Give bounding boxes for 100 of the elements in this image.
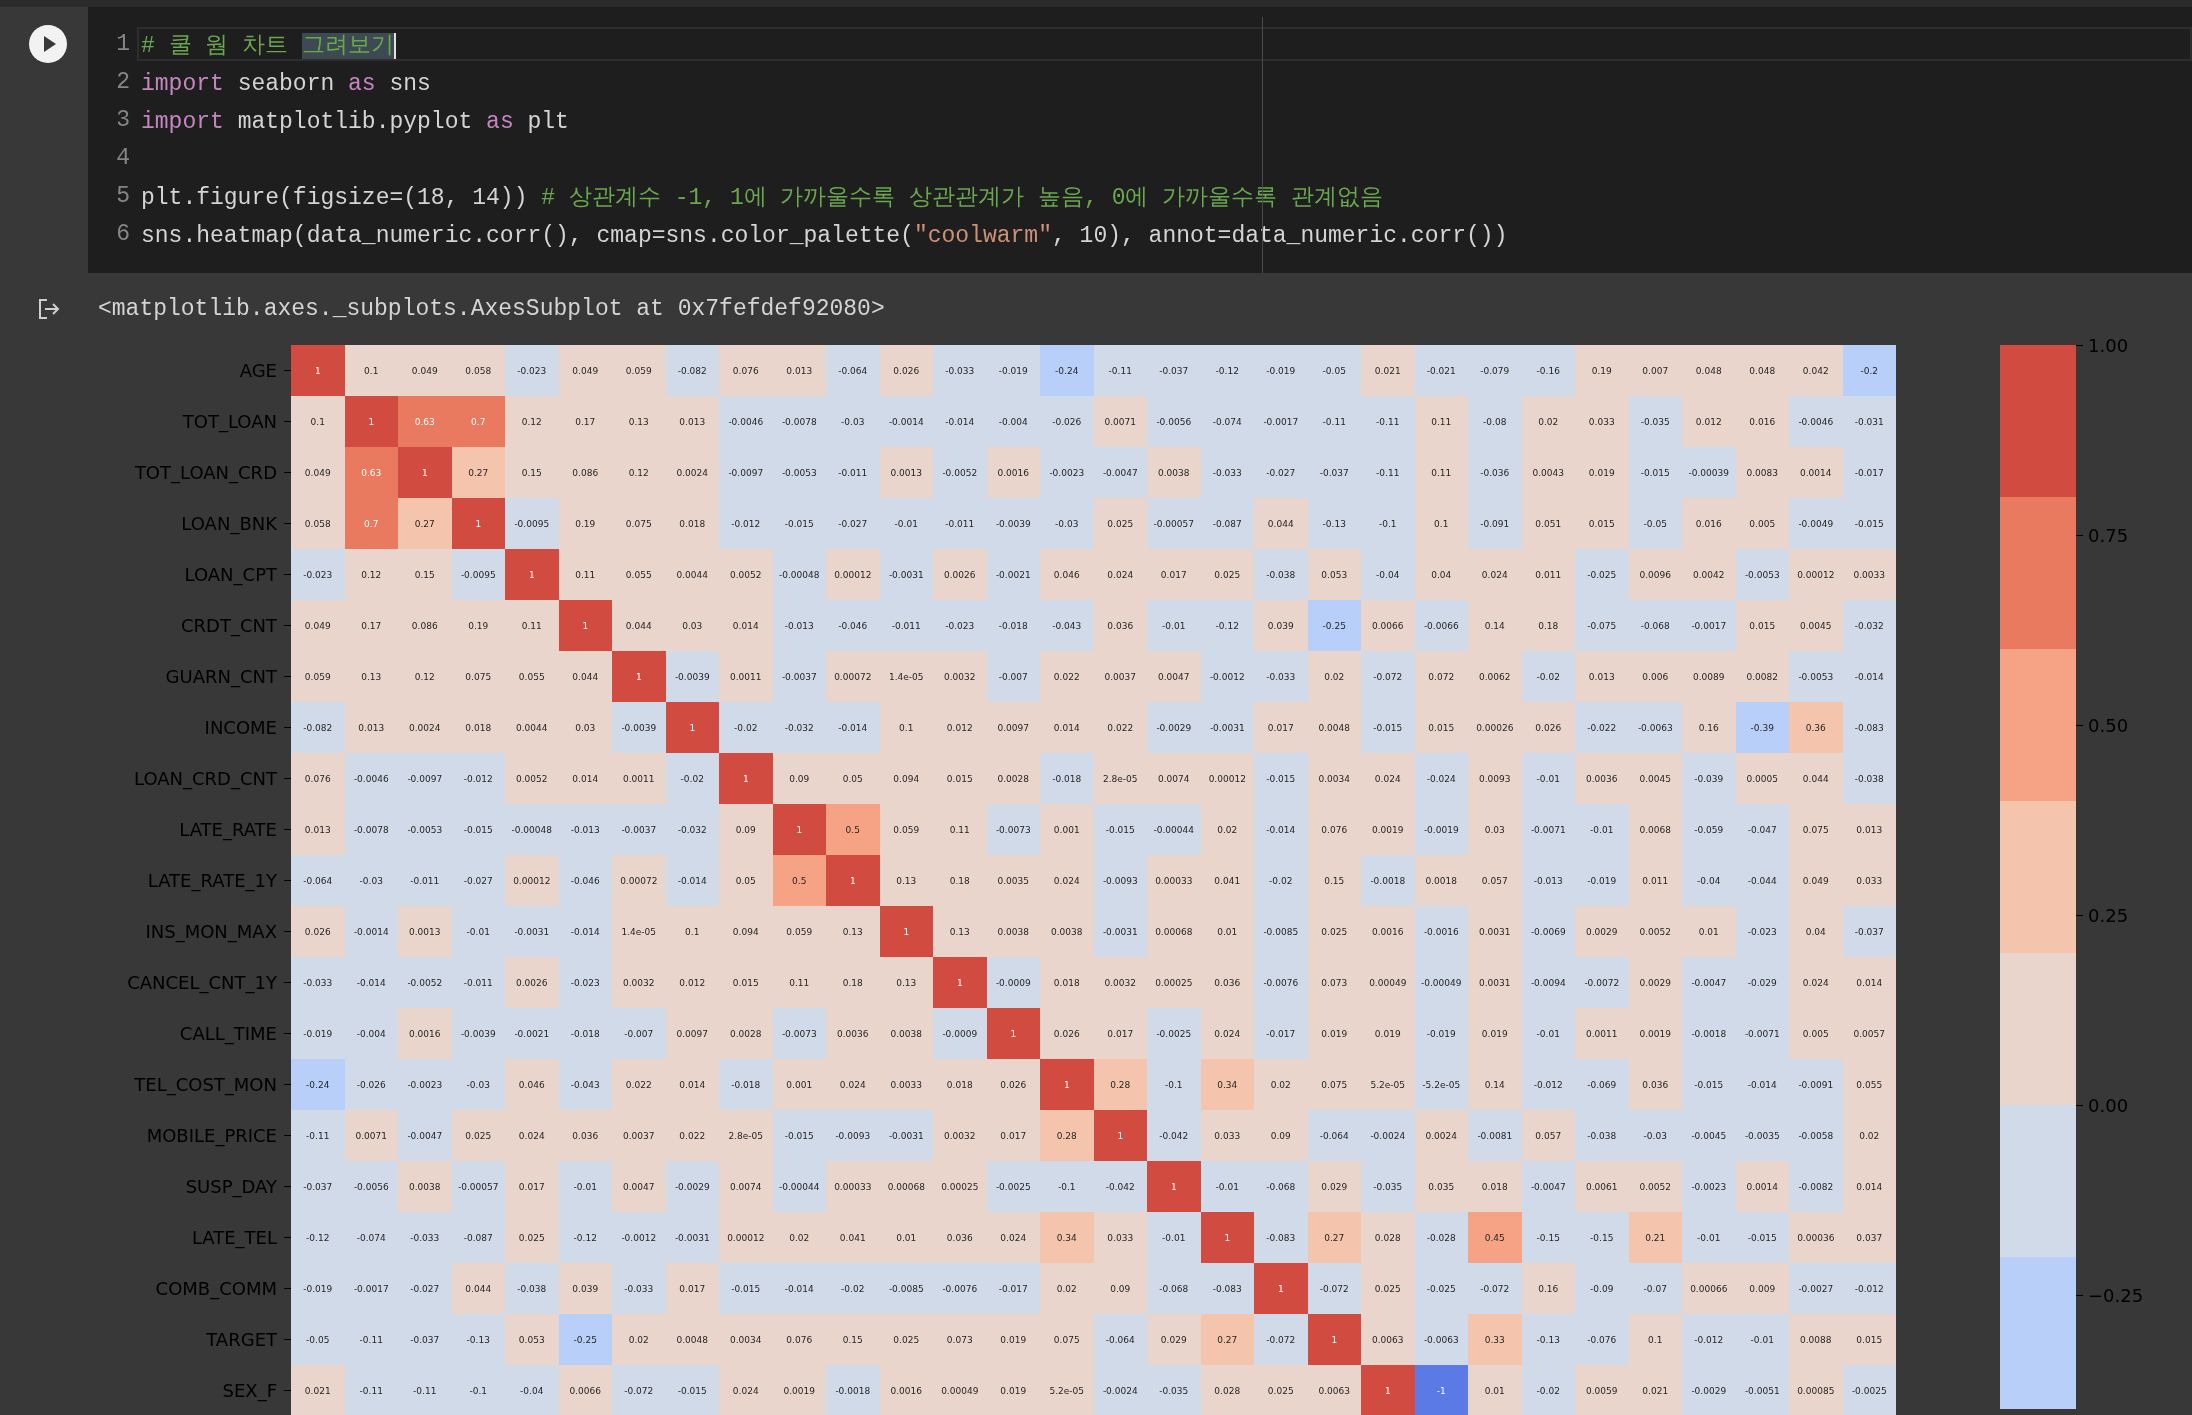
row-label: CANCEL_CNT_1Y: [127, 972, 277, 993]
heatmap-cell: -0.0023: [1040, 447, 1094, 498]
heatmap-cell: 0.025: [1307, 906, 1361, 957]
heatmap-cell: -0.00048: [505, 804, 559, 855]
heatmap-cell: 1.4e-05: [879, 651, 933, 702]
heatmap-cell: 0.0038: [879, 1008, 933, 1059]
heatmap-cell: -0.068: [1628, 600, 1682, 651]
heatmap-cell: -0.064: [1307, 1110, 1361, 1161]
heatmap-cell: 0.09: [772, 753, 826, 804]
heatmap-cell: -0.01: [1735, 1314, 1789, 1365]
heatmap-cell: 0.0088: [1789, 1314, 1843, 1365]
heatmap-cell: 0.014: [1842, 957, 1896, 1008]
heatmap-cell: 0.0038: [1147, 447, 1201, 498]
heatmap-cell: 0.03: [558, 702, 612, 753]
tick-label: −0.25: [2088, 1284, 2144, 1306]
heatmap-cell: 0.014: [719, 600, 773, 651]
heatmap-cell: -0.083: [1200, 1263, 1254, 1314]
heatmap-cell: -0.00057: [451, 1161, 505, 1212]
heatmap-cell: -0.04: [1682, 855, 1736, 906]
heatmap-cell: 0.019: [986, 1314, 1040, 1365]
heatmap-cell: -0.033: [1200, 447, 1254, 498]
heatmap-cell: 0.17: [344, 600, 398, 651]
heatmap-cell: 0.18: [933, 855, 987, 906]
heatmap-cell: 0.18: [826, 957, 880, 1008]
heatmap-cell: 0.026: [1521, 702, 1575, 753]
heatmap-cell: 1: [1147, 1161, 1201, 1212]
heatmap-cell: 0.012: [933, 702, 987, 753]
run-button[interactable]: [28, 24, 68, 64]
heatmap-cell: -0.0014: [879, 396, 933, 447]
heatmap-cell: 0.0019: [1628, 1008, 1682, 1059]
heatmap-cell: 0.075: [612, 498, 666, 549]
row-label: LOAN_CPT: [184, 564, 277, 585]
heatmap-cell: 0.094: [879, 753, 933, 804]
heatmap-cell: 0.15: [826, 1314, 880, 1365]
heatmap-cell: 0.055: [612, 549, 666, 600]
heatmap-cell: -0.0018: [1682, 1008, 1736, 1059]
heatmap-cell: 0.27: [1200, 1314, 1254, 1365]
heatmap-cell: -0.014: [772, 1263, 826, 1314]
heatmap-cell: 0.0066: [558, 1365, 612, 1415]
heatmap-cell: 0.046: [1040, 549, 1094, 600]
heatmap-cell: -0.0094: [1521, 957, 1575, 1008]
heatmap-cell: -0.042: [1147, 1110, 1201, 1161]
heatmap-cell: -0.0085: [1254, 906, 1308, 957]
line-number: 6: [116, 221, 130, 247]
heatmap-cell: -0.0025: [1147, 1008, 1201, 1059]
heatmap-cell: 0.04: [1414, 549, 1468, 600]
heatmap-cell: -0.0018: [1361, 855, 1415, 906]
heatmap-cell: -0.12: [291, 1212, 345, 1263]
line-number: 2: [116, 69, 130, 95]
tick-mark: [284, 574, 291, 575]
heatmap-cell: 0.059: [612, 345, 666, 396]
heatmap-cell: 0.017: [1093, 1008, 1147, 1059]
heatmap-cell: 0.014: [665, 1059, 719, 1110]
row-label: TOT_LOAN_CRD: [134, 462, 277, 483]
heatmap-cell: 0.022: [612, 1059, 666, 1110]
heatmap-cell: 0.055: [505, 651, 559, 702]
heatmap-cell: 0.014: [1842, 1161, 1896, 1212]
heatmap-cell: -0.038: [1575, 1110, 1629, 1161]
heatmap-cell: -0.0066: [1414, 600, 1468, 651]
line-number: 3: [116, 107, 130, 133]
heatmap-cell: 0.001: [772, 1059, 826, 1110]
heatmap-cell: -0.01: [879, 498, 933, 549]
heatmap-cell: -0.39: [1735, 702, 1789, 753]
heatmap-cell: 0.022: [1040, 651, 1094, 702]
heatmap-cell: 0.028: [1200, 1365, 1254, 1415]
heatmap-cell: 0.0024: [398, 702, 452, 753]
heatmap-cell: 0.033: [1200, 1110, 1254, 1161]
heatmap-cell: -0.072: [1254, 1314, 1308, 1365]
heatmap-cell: -0.0019: [1414, 804, 1468, 855]
heatmap-cell: -0.0081: [1468, 1110, 1522, 1161]
tick-mark: [284, 676, 291, 677]
tick-mark: [284, 1390, 291, 1391]
heatmap-cell: 1: [986, 1008, 1040, 1059]
tick-mark: [284, 778, 291, 779]
heatmap-cell: 0.0063: [1361, 1314, 1415, 1365]
heatmap-cell: -0.0039: [612, 702, 666, 753]
heatmap-cell: -0.24: [1040, 345, 1094, 396]
heatmap-cell: -0.00044: [1147, 804, 1201, 855]
heatmap-cell: 0.16: [1682, 702, 1736, 753]
heatmap-cell: -0.0017: [1682, 600, 1736, 651]
heatmap-cell: -0.01: [451, 906, 505, 957]
heatmap-cell: -0.0078: [344, 804, 398, 855]
heatmap-cell: -0.0035: [1735, 1110, 1789, 1161]
heatmap-cell: 0.026: [879, 345, 933, 396]
heatmap-cell: 0.016: [1682, 498, 1736, 549]
heatmap-cell: 0.11: [772, 957, 826, 1008]
heatmap-cell: 0.0026: [933, 549, 987, 600]
heatmap-cell: -0.023: [291, 549, 345, 600]
heatmap-cell: -0.0071: [1735, 1008, 1789, 1059]
heatmap-cell: 0.075: [1307, 1059, 1361, 1110]
heatmap-cell: 0.0028: [719, 1008, 773, 1059]
heatmap-cell: 1: [291, 345, 345, 396]
heatmap-cell: -0.08: [1468, 396, 1522, 447]
heatmap-cell: 0.022: [1093, 702, 1147, 753]
code-line: plt.figure(figsize=(18, 14)) # 상관계수 -1, 1에 가까울수록 상관관계가 높음, 0에 가까울수록 관계없음: [140, 184, 1385, 213]
heatmap-cell: -0.011: [879, 600, 933, 651]
heatmap-cell: -0.037: [398, 1314, 452, 1365]
heatmap-cell: -0.02: [1521, 651, 1575, 702]
heatmap-cell: 0.015: [933, 753, 987, 804]
heatmap-cell: -0.044: [1735, 855, 1789, 906]
